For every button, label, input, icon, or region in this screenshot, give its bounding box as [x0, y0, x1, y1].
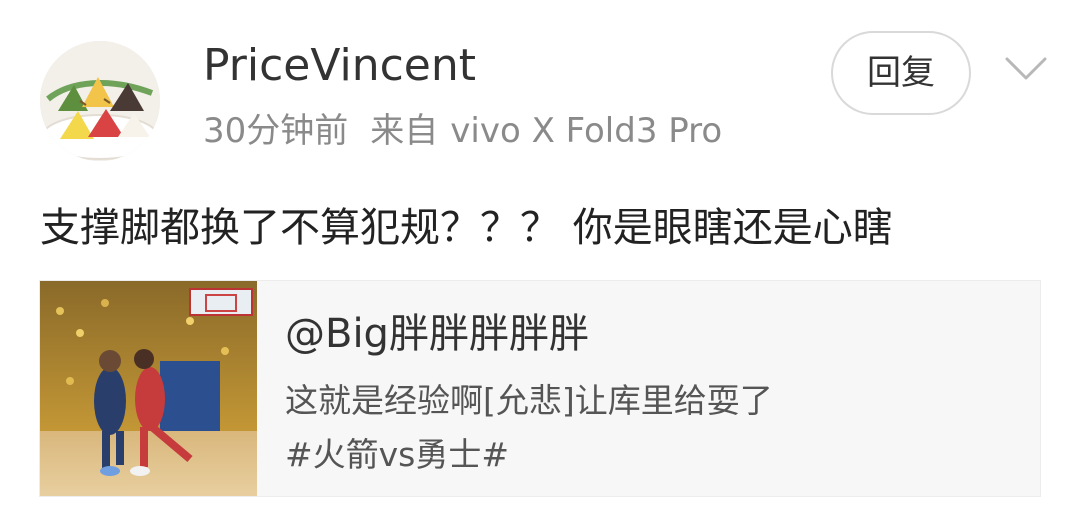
reply-button[interactable]: 回复	[831, 31, 971, 115]
quoted-hashtag[interactable]: #火箭vs勇士#	[285, 433, 509, 477]
quoted-text: 这就是经验啊[允悲]让库里给耍了	[285, 381, 773, 420]
quoted-post-card[interactable]: @Big胖胖胖胖胖 这就是经验啊[允悲]让库里给耍了 #火箭vs勇士#	[39, 280, 1041, 497]
username[interactable]: PriceVincent	[203, 40, 476, 92]
post-meta: 30分钟前 来自 vivo X Fold3 Pro	[203, 110, 722, 152]
avatar[interactable]	[40, 41, 160, 161]
post-time: 30分钟前	[203, 111, 349, 151]
source-device: vivo X Fold3 Pro	[450, 111, 723, 151]
basketball-video-thumbnail	[40, 281, 257, 496]
quoted-author[interactable]: @Big胖胖胖胖胖	[285, 309, 589, 359]
source-prefix: 来自	[370, 111, 439, 151]
chevron-down-icon[interactable]	[1004, 56, 1048, 82]
avatar-image	[40, 41, 160, 161]
comment-text: 支撑脚都换了不算犯规？？？ 你是眼瞎还是心瞎	[40, 205, 893, 251]
quoted-post-thumbnail	[40, 281, 257, 496]
